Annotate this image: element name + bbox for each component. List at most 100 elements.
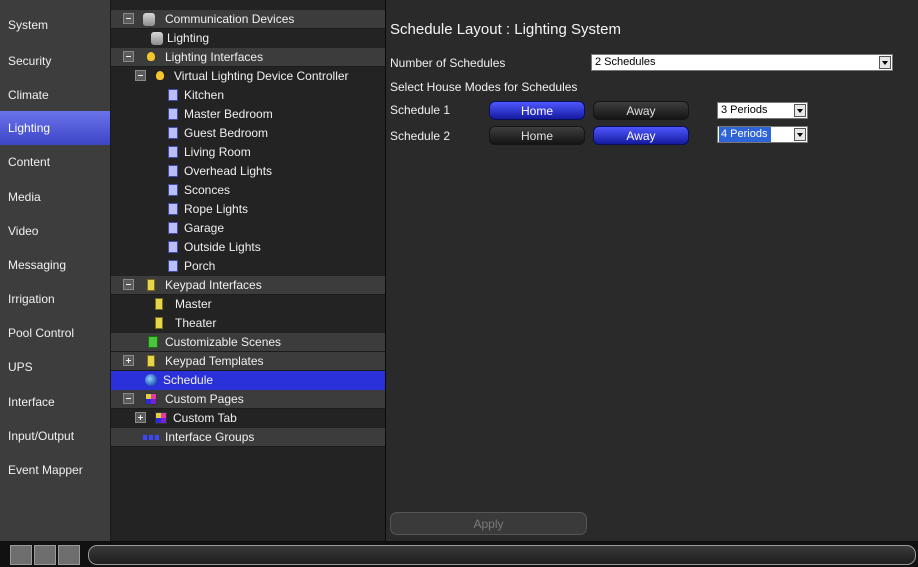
schedule-1-label: Schedule 1 bbox=[390, 103, 451, 117]
number-of-schedules-label: Number of Schedules bbox=[390, 56, 506, 70]
tree-node-label: Sconces bbox=[184, 183, 231, 197]
expand-icon[interactable] bbox=[123, 355, 134, 366]
apply-button[interactable]: Apply bbox=[390, 512, 587, 535]
tree-node-garage[interactable]: Garage bbox=[111, 219, 385, 238]
chevron-down-icon[interactable] bbox=[794, 128, 806, 141]
nav-item-irrigation[interactable]: Irrigation bbox=[0, 282, 110, 316]
collapse-icon[interactable] bbox=[123, 51, 134, 62]
tree-node-label: Virtual Lighting Device Controller bbox=[174, 69, 349, 83]
expand-icon[interactable] bbox=[135, 412, 146, 423]
chevron-down-icon[interactable] bbox=[879, 56, 891, 69]
tree-node-sconces[interactable]: Sconces bbox=[111, 181, 385, 200]
tree-node-label: Schedule bbox=[163, 373, 214, 387]
nav-item-content[interactable]: Content bbox=[0, 145, 110, 179]
collapse-icon[interactable] bbox=[123, 13, 134, 24]
light-device-icon bbox=[168, 165, 178, 177]
tree-node-guest-bedroom[interactable]: Guest Bedroom bbox=[111, 124, 385, 143]
tree-node-label: Communication Devices bbox=[165, 12, 295, 26]
tree-node-living-room[interactable]: Living Room bbox=[111, 143, 385, 162]
tree-node-keypad-templates[interactable]: Keypad Templates bbox=[111, 352, 385, 371]
nav-item-interface[interactable]: Interface bbox=[0, 385, 110, 419]
schedule-2-away-button[interactable]: Away bbox=[593, 126, 689, 145]
tree-node-kitchen[interactable]: Kitchen bbox=[111, 86, 385, 105]
nav-item-event-mapper[interactable]: Event Mapper bbox=[0, 453, 110, 487]
tree-node-label: Lighting bbox=[167, 31, 210, 45]
house-modes-label: Select House Modes for Schedules bbox=[390, 80, 578, 94]
keypad-icon bbox=[147, 355, 155, 367]
light-device-icon bbox=[168, 241, 178, 253]
interface-groups-icon bbox=[143, 435, 161, 440]
bottom-button-3[interactable] bbox=[58, 545, 80, 565]
tree-node-overhead-lights[interactable]: Overhead Lights bbox=[111, 162, 385, 181]
custom-pages-icon bbox=[155, 412, 167, 424]
bottom-button-1[interactable] bbox=[10, 545, 32, 565]
nav-item-lighting[interactable]: Lighting bbox=[0, 111, 110, 145]
tree-node-schedule[interactable]: Schedule bbox=[111, 371, 385, 390]
nav-item-messaging[interactable]: Messaging bbox=[0, 248, 110, 282]
custom-pages-icon bbox=[145, 393, 157, 405]
tree-node-customizable-scenes[interactable]: Customizable Scenes bbox=[111, 333, 385, 352]
tree-node-label: Keypad Templates bbox=[165, 354, 264, 368]
tree-node-communication-devices[interactable]: Communication Devices bbox=[111, 10, 385, 29]
device-tree: Communication Devices Lighting Lighting … bbox=[111, 0, 386, 541]
nav-item-input-output[interactable]: Input/Output bbox=[0, 419, 110, 453]
tree-node-label: Master bbox=[175, 297, 212, 311]
collapse-icon[interactable] bbox=[123, 393, 134, 404]
collapse-icon[interactable] bbox=[135, 70, 146, 81]
tree-node-custom-tab[interactable]: Custom Tab bbox=[111, 409, 385, 428]
tree-node-keypad-master[interactable]: Master bbox=[111, 295, 385, 314]
number-of-schedules-select[interactable]: 2 Schedules bbox=[591, 54, 893, 71]
tree-node-master-bedroom[interactable]: Master Bedroom bbox=[111, 105, 385, 124]
tree-node-interface-groups[interactable]: Interface Groups bbox=[111, 428, 385, 447]
schedule-2-home-button[interactable]: Home bbox=[489, 126, 585, 145]
nav-item-system[interactable]: System bbox=[0, 8, 110, 42]
schedule-2-label: Schedule 2 bbox=[390, 129, 451, 143]
nav-item-ups[interactable]: UPS bbox=[0, 350, 110, 384]
tree-node-label: Guest Bedroom bbox=[184, 126, 269, 140]
tree-node-custom-pages[interactable]: Custom Pages bbox=[111, 390, 385, 409]
tree-node-keypad-interfaces[interactable]: Keypad Interfaces bbox=[111, 276, 385, 295]
page-title: Schedule Layout : Lighting System bbox=[390, 21, 621, 38]
tree-node-label: Custom Tab bbox=[173, 411, 237, 425]
light-device-icon bbox=[168, 260, 178, 272]
nav-item-security[interactable]: Security bbox=[0, 44, 110, 78]
chevron-down-icon[interactable] bbox=[794, 104, 806, 117]
tree-node-virtual-controller[interactable]: Virtual Lighting Device Controller bbox=[111, 67, 385, 86]
tree-node-keypad-theater[interactable]: Theater bbox=[111, 314, 385, 333]
tree-node-lighting-device[interactable]: Lighting bbox=[111, 29, 385, 48]
tree-node-label: Porch bbox=[184, 259, 216, 273]
nav-item-climate[interactable]: Climate bbox=[0, 78, 110, 112]
tree-node-porch[interactable]: Porch bbox=[111, 257, 385, 276]
schedule-icon bbox=[145, 374, 157, 386]
category-nav: System Security Climate Lighting Content… bbox=[0, 0, 111, 541]
schedule-1-periods-select[interactable]: 3 Periods bbox=[717, 102, 808, 119]
tree-node-lighting-interfaces[interactable]: Lighting Interfaces bbox=[111, 48, 385, 67]
device-icon bbox=[151, 32, 163, 45]
schedule-2-periods-value: 4 Periods bbox=[719, 127, 772, 142]
schedule-1-away-button[interactable]: Away bbox=[593, 101, 689, 120]
tree-node-label: Interface Groups bbox=[165, 430, 255, 444]
tree-node-label: Lighting Interfaces bbox=[165, 50, 264, 64]
light-device-icon bbox=[168, 108, 178, 120]
bottom-button-2[interactable] bbox=[34, 545, 56, 565]
collapse-icon[interactable] bbox=[123, 279, 134, 290]
light-device-icon bbox=[168, 127, 178, 139]
nav-item-media[interactable]: Media bbox=[0, 180, 110, 214]
tree-node-label: Rope Lights bbox=[184, 202, 249, 216]
device-icon bbox=[143, 13, 155, 26]
nav-item-pool-control[interactable]: Pool Control bbox=[0, 316, 110, 350]
schedule-2-periods-select[interactable]: 4 Periods bbox=[717, 126, 808, 143]
tree-node-outside-lights[interactable]: Outside Lights bbox=[111, 238, 385, 257]
light-device-icon bbox=[168, 146, 178, 158]
schedule-1-home-button[interactable]: Home bbox=[489, 101, 585, 120]
tree-node-label: Outside Lights bbox=[184, 240, 261, 254]
bulb-icon bbox=[156, 71, 164, 80]
tree-node-rope-lights[interactable]: Rope Lights bbox=[111, 200, 385, 219]
schedule-layout-panel: Schedule Layout : Lighting System Number… bbox=[386, 0, 918, 541]
bulb-icon bbox=[147, 52, 155, 61]
horizontal-scrollbar[interactable] bbox=[88, 545, 916, 565]
light-device-icon bbox=[168, 184, 178, 196]
tree-node-label: Overhead Lights bbox=[184, 164, 273, 178]
nav-item-video[interactable]: Video bbox=[0, 214, 110, 248]
scene-icon bbox=[148, 336, 158, 348]
